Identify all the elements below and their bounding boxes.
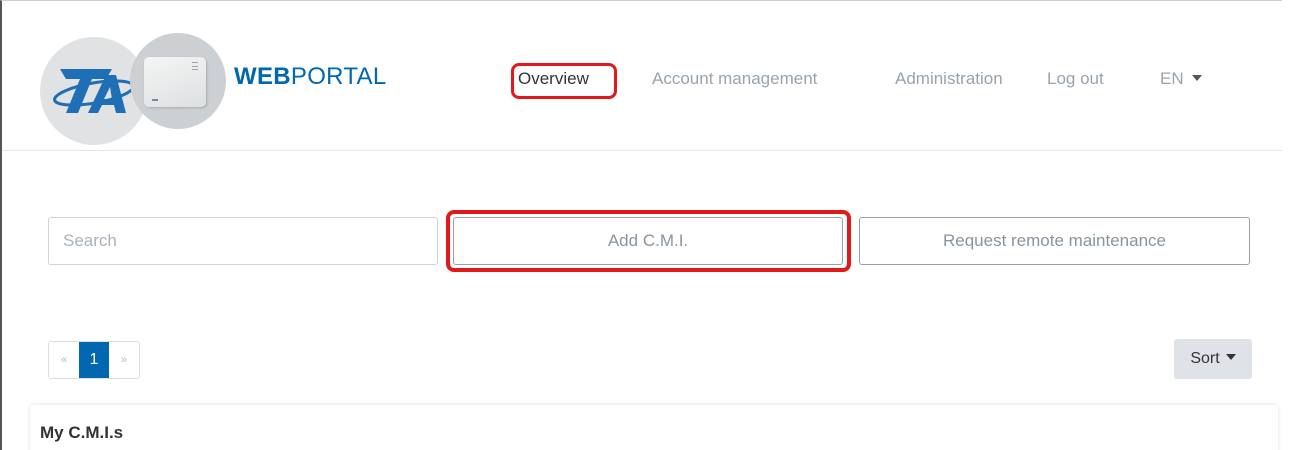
- cmi-device-icon: [144, 57, 206, 107]
- nav-account-management[interactable]: Account management: [652, 69, 817, 89]
- search-input[interactable]: [48, 217, 438, 265]
- language-dropdown[interactable]: EN: [1160, 69, 1202, 89]
- cmi-list-card: My C.M.I.s: [30, 405, 1278, 450]
- pagination-next[interactable]: »: [109, 342, 139, 378]
- top-header: WEBPORTAL Overview Account management Ad…: [2, 1, 1282, 151]
- browser-viewport: WEBPORTAL Overview Account management Ad…: [0, 0, 1282, 450]
- nav-administration[interactable]: Administration: [895, 69, 1003, 89]
- add-cmi-highlight-outline: [446, 210, 851, 272]
- pagination-prev[interactable]: «: [49, 342, 79, 378]
- cmi-device-image: [130, 33, 226, 129]
- sort-dropdown-button[interactable]: Sort: [1174, 339, 1252, 379]
- overview-highlight-outline: [511, 63, 617, 99]
- pagination-page-1[interactable]: 1: [79, 342, 109, 378]
- brand-light-text: PORTAL: [290, 63, 387, 90]
- chevron-down-icon: [1191, 74, 1202, 81]
- request-remote-maintenance-button[interactable]: Request remote maintenance: [859, 217, 1250, 265]
- list-title: My C.M.I.s: [40, 423, 124, 442]
- sort-label: Sort: [1190, 350, 1220, 367]
- nav-log-out[interactable]: Log out: [1047, 69, 1104, 89]
- brand-bold-text: WEB: [234, 63, 291, 90]
- chevron-down-icon: [1225, 353, 1236, 360]
- webportal-brand[interactable]: WEBPORTAL: [234, 63, 387, 91]
- language-label: EN: [1160, 69, 1184, 88]
- ta-logo-icon: [53, 69, 135, 113]
- pagination: « 1 »: [48, 341, 140, 379]
